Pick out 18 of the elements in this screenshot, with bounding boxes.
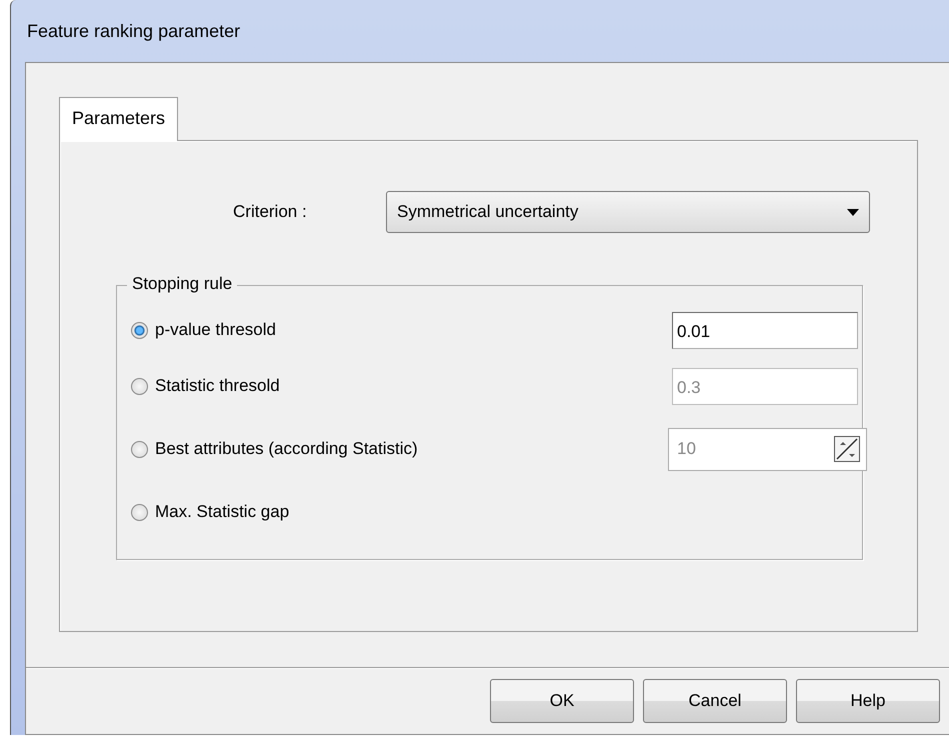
radio-button[interactable] [131,322,148,338]
radio-button[interactable] [131,378,148,394]
caret-icon [847,208,859,216]
radio-option[interactable]: p-value thresold [131,320,276,340]
radio-option[interactable]: Best attributes (according Statistic) [131,439,418,459]
radio-button[interactable] [131,504,148,520]
dialog-button[interactable]: OK [490,679,634,723]
radio-button[interactable] [131,440,148,458]
dialog-button[interactable]: Help [796,679,940,723]
radio-option[interactable]: Max. Statistic gap [131,502,290,522]
radio-option[interactable]: Statistic thresold [131,376,280,396]
criterion-dropdown[interactable]: Symmetrical uncertainty [386,191,870,233]
group-title: Stopping rule [127,274,238,294]
input-field[interactable]: 0.01 [672,312,858,348]
dialog-button[interactable]: Cancel [643,679,787,723]
tab[interactable]: Parameters [59,97,178,141]
window-title: Feature ranking parameter [27,20,240,42]
criterion-label: Criterion : [233,202,308,222]
